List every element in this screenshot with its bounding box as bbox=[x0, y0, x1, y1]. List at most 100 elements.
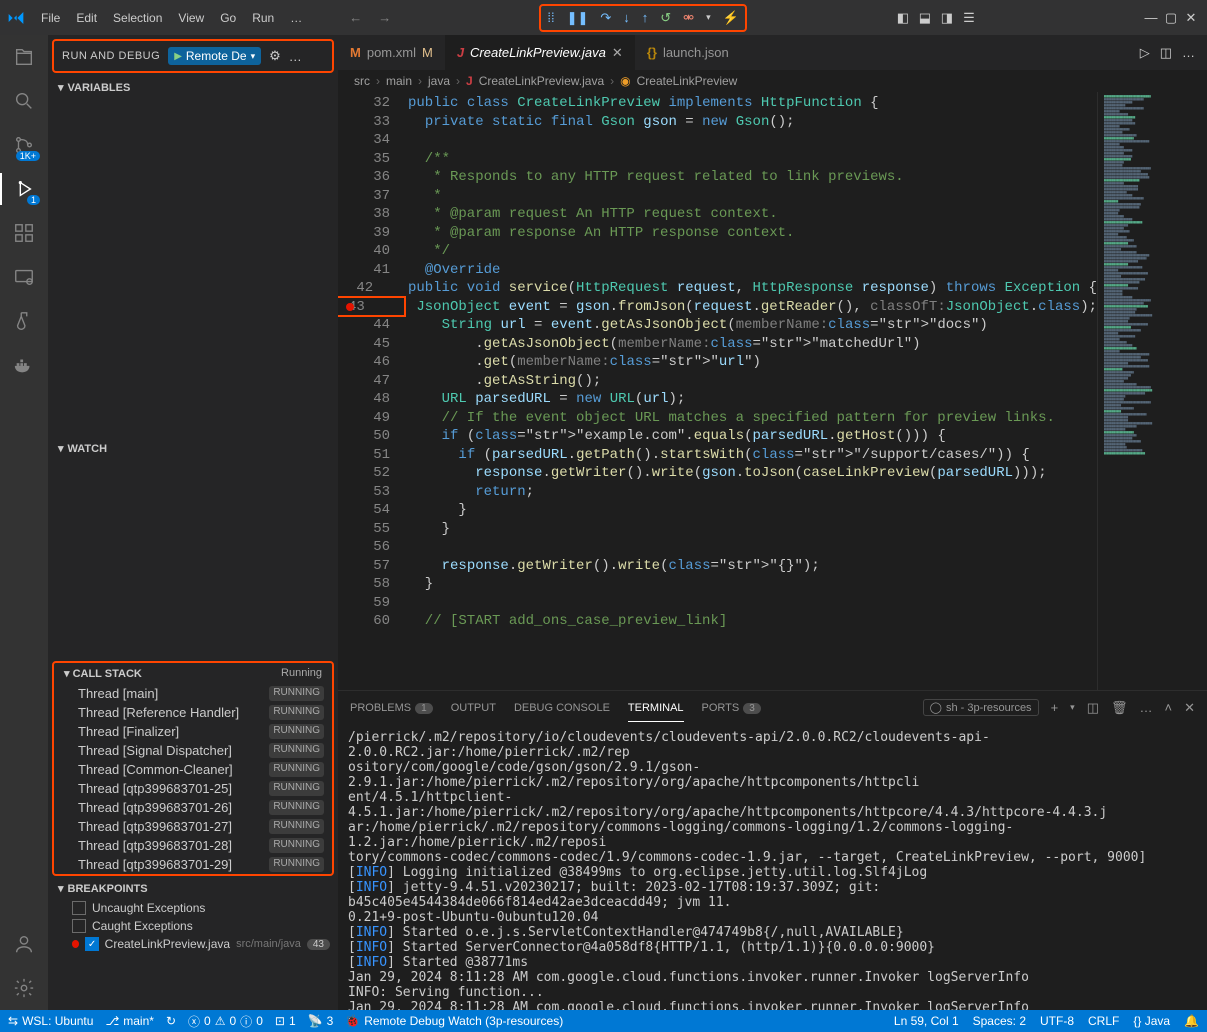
bp-caught[interactable]: Caught Exceptions bbox=[48, 917, 338, 935]
disconnect-icon[interactable]: ⚮ bbox=[683, 10, 694, 26]
chevron-down-icon[interactable]: ▾ bbox=[1070, 702, 1075, 713]
terminal-output[interactable]: /pierrick/.m2/repository/io/cloudevents/… bbox=[338, 724, 1207, 1010]
breadcrumb[interactable]: src› main› java› JCreateLinkPreview.java… bbox=[338, 70, 1207, 92]
chevron-down-icon[interactable]: ▾ bbox=[251, 51, 256, 62]
sb-problems[interactable]: ⓧ 0 ⚠ 0 ⓘ 0 bbox=[188, 1013, 263, 1030]
breakpoints-section[interactable]: ▾BREAKPOINTS bbox=[48, 878, 338, 899]
debug-icon[interactable]: 1 bbox=[12, 177, 36, 201]
bp-file[interactable]: ✓ CreateLinkPreview.java src/main/java 4… bbox=[48, 935, 338, 953]
sb-lang[interactable]: {} Java bbox=[1133, 1014, 1170, 1028]
layout-custom-icon[interactable]: ☰ bbox=[961, 10, 977, 26]
sb-spaces[interactable]: Spaces: 2 bbox=[973, 1014, 1026, 1028]
menu-selection[interactable]: Selection bbox=[106, 7, 169, 29]
nav-back-icon[interactable]: ← bbox=[349, 10, 362, 25]
drag-handle-icon[interactable]: ⁞⁞ bbox=[547, 10, 554, 25]
sb-position[interactable]: Ln 59, Col 1 bbox=[894, 1014, 959, 1028]
account-icon[interactable] bbox=[12, 932, 36, 956]
gear-icon[interactable]: ⚙ bbox=[269, 48, 281, 64]
sb-remote[interactable]: ⇆WSL: Ubuntu bbox=[8, 1014, 93, 1028]
menu-more[interactable]: … bbox=[283, 7, 309, 29]
callstack-thread[interactable]: Thread [qtp399683701-29]RUNNING bbox=[54, 855, 332, 874]
start-debug-button[interactable]: ▶ Remote De ▾ bbox=[168, 47, 261, 65]
pause-icon[interactable]: ❚❚ bbox=[567, 10, 589, 26]
step-over-icon[interactable]: ↷ bbox=[600, 10, 611, 26]
sb-eol[interactable]: CRLF bbox=[1088, 1014, 1119, 1028]
close-icon[interactable]: ✕ bbox=[1183, 10, 1199, 26]
more-icon[interactable]: … bbox=[1140, 700, 1153, 715]
sb-sync[interactable]: ↻ bbox=[166, 1014, 176, 1028]
callstack-status: Running bbox=[281, 667, 322, 680]
callstack-thread[interactable]: Thread [Reference Handler]RUNNING bbox=[54, 703, 332, 722]
callstack-header[interactable]: ▾ CALL STACK Running bbox=[54, 663, 332, 684]
run-icon[interactable]: ▷ bbox=[1140, 45, 1150, 61]
tab-problems[interactable]: PROBLEMS1 bbox=[350, 702, 433, 714]
extensions-icon[interactable] bbox=[12, 221, 36, 245]
close-icon[interactable]: ✕ bbox=[612, 45, 623, 61]
callstack-thread[interactable]: Thread [qtp399683701-25]RUNNING bbox=[54, 779, 332, 798]
hot-reload-icon[interactable]: ⚡ bbox=[723, 10, 739, 26]
more-icon[interactable]: … bbox=[289, 49, 302, 64]
callstack-thread[interactable]: Thread [qtp399683701-27]RUNNING bbox=[54, 817, 332, 836]
maximize-icon[interactable]: ▢ bbox=[1163, 10, 1179, 26]
callstack-thread[interactable]: Thread [Signal Dispatcher]RUNNING bbox=[54, 741, 332, 760]
panel-tabs: PROBLEMS1 OUTPUT DEBUG CONSOLE TERMINAL … bbox=[338, 691, 1207, 724]
chevron-up-icon[interactable]: ˄ bbox=[1165, 700, 1173, 715]
more-icon[interactable]: … bbox=[1182, 45, 1195, 61]
scm-icon[interactable]: 1K+ bbox=[12, 133, 36, 157]
docker-icon[interactable] bbox=[12, 353, 36, 377]
callstack-thread[interactable]: Thread [Finalizer]RUNNING bbox=[54, 722, 332, 741]
menu-run[interactable]: Run bbox=[245, 7, 281, 29]
layout-right-icon[interactable]: ◨ bbox=[939, 10, 955, 26]
sb-bell-icon[interactable]: 🔔 bbox=[1184, 1014, 1199, 1028]
callstack-thread[interactable]: Thread [qtp399683701-28]RUNNING bbox=[54, 836, 332, 855]
sb-branch[interactable]: ⎇main* bbox=[105, 1014, 154, 1028]
restart-icon[interactable]: ↺ bbox=[660, 10, 671, 26]
tab-output[interactable]: OUTPUT bbox=[451, 702, 496, 714]
variables-section[interactable]: ▾VARIABLES bbox=[48, 77, 338, 98]
tab-launch[interactable]: {}launch.json bbox=[635, 35, 741, 70]
testing-icon[interactable] bbox=[12, 309, 36, 333]
split-terminal-icon[interactable]: ◫ bbox=[1087, 700, 1099, 716]
close-icon[interactable]: ✕ bbox=[1184, 700, 1195, 716]
tab-debugconsole[interactable]: DEBUG CONSOLE bbox=[514, 702, 610, 714]
settings-icon[interactable] bbox=[12, 976, 36, 1000]
tab-pom[interactable]: Mpom.xmlM bbox=[338, 35, 445, 70]
menu-file[interactable]: File bbox=[34, 7, 67, 29]
step-out-icon[interactable]: ↑ bbox=[642, 10, 649, 25]
split-icon[interactable]: ◫ bbox=[1160, 45, 1172, 61]
terminal-profile[interactable]: ◯sh - 3p-resources bbox=[923, 699, 1039, 716]
sb-debug[interactable]: 🐞 Remote Debug Watch (3p-resources) bbox=[345, 1014, 563, 1028]
layout-bottom-icon[interactable]: ⬓ bbox=[917, 10, 933, 26]
remote-icon[interactable] bbox=[12, 265, 36, 289]
minimize-icon[interactable]: — bbox=[1143, 10, 1159, 26]
bp-uncaught[interactable]: Uncaught Exceptions bbox=[48, 899, 338, 917]
add-terminal-icon[interactable]: + bbox=[1051, 700, 1059, 715]
callstack-thread[interactable]: Thread [qtp399683701-26]RUNNING bbox=[54, 798, 332, 817]
nav-forward-icon[interactable]: → bbox=[378, 10, 391, 25]
chevron-down-icon: ▾ bbox=[58, 882, 64, 895]
sb-encoding[interactable]: UTF-8 bbox=[1040, 1014, 1074, 1028]
checkbox-icon[interactable] bbox=[72, 919, 86, 933]
callstack-thread[interactable]: Thread [main]RUNNING bbox=[54, 684, 332, 703]
chevron-down-icon[interactable]: ▾ bbox=[706, 12, 711, 23]
tab-ports[interactable]: PORTS3 bbox=[702, 702, 761, 714]
menu-view[interactable]: View bbox=[171, 7, 211, 29]
checkbox-icon[interactable]: ✓ bbox=[85, 937, 98, 951]
menu-edit[interactable]: Edit bbox=[69, 7, 104, 29]
chevron-down-icon: ▾ bbox=[64, 668, 73, 680]
explorer-icon[interactable] bbox=[12, 45, 36, 69]
sb-port[interactable]: ⊡ 1 bbox=[275, 1014, 296, 1028]
search-icon[interactable] bbox=[12, 89, 36, 113]
code-editor[interactable]: 32public class CreateLinkPreview impleme… bbox=[338, 92, 1097, 690]
layout-left-icon[interactable]: ◧ bbox=[895, 10, 911, 26]
tab-java[interactable]: JCreateLinkPreview.java✕ bbox=[445, 35, 635, 70]
trash-icon[interactable]: 🗑 bbox=[1111, 700, 1128, 716]
menu-go[interactable]: Go bbox=[213, 7, 243, 29]
sb-radio[interactable]: 📡 3 bbox=[308, 1014, 334, 1028]
step-into-icon[interactable]: ↓ bbox=[623, 10, 630, 25]
minimap[interactable]: ████████████████████████████████████████… bbox=[1097, 92, 1207, 690]
tab-terminal[interactable]: TERMINAL bbox=[628, 702, 684, 714]
checkbox-icon[interactable] bbox=[72, 901, 86, 915]
watch-section[interactable]: ▾WATCH bbox=[48, 438, 338, 459]
callstack-thread[interactable]: Thread [Common-Cleaner]RUNNING bbox=[54, 760, 332, 779]
